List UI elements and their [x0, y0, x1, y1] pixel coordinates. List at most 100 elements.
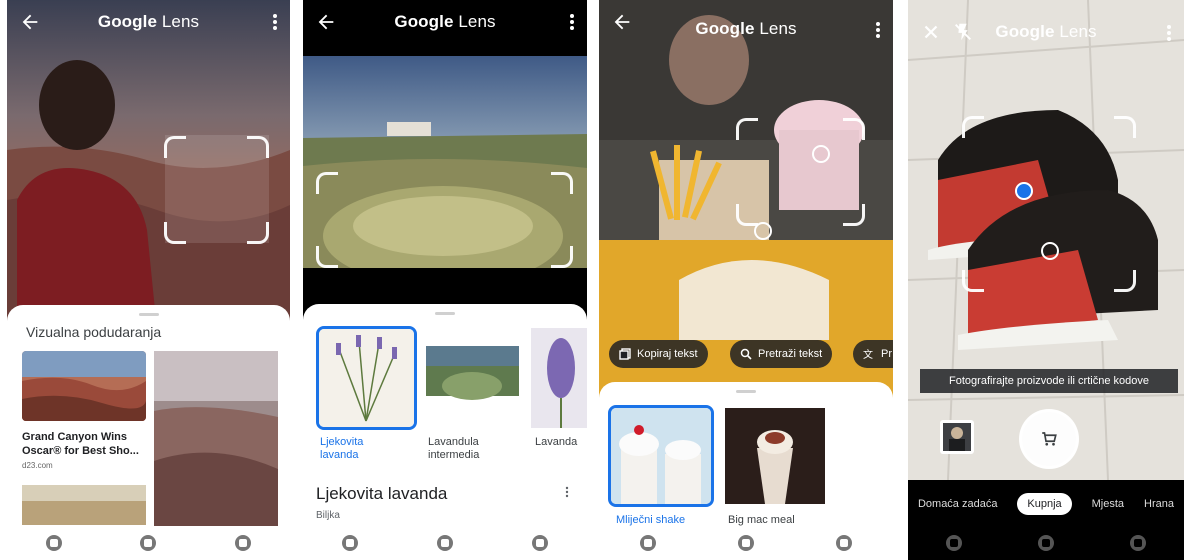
gallery-thumbnail[interactable] — [940, 420, 974, 454]
search-icon — [740, 348, 752, 360]
home-nav-icon[interactable] — [436, 535, 453, 551]
translate-chip[interactable]: 文 Pr — [853, 340, 893, 368]
sheet-handle[interactable] — [138, 313, 159, 316]
result-subtitle: Biljka — [316, 510, 340, 521]
selection-corner[interactable] — [1114, 270, 1136, 292]
object-dot[interactable] — [1041, 242, 1059, 260]
top-bar: Google Lens — [599, 0, 893, 44]
result-label-selected: Ljekovita lavanda — [320, 436, 364, 461]
result-source: d23.com — [22, 461, 53, 470]
translate-icon: 文 — [863, 348, 873, 360]
camera-photo-lavender-field — [303, 56, 587, 268]
chip-label: Pr — [881, 348, 892, 360]
selection-corner[interactable] — [962, 116, 984, 138]
selection-corner[interactable] — [551, 246, 573, 268]
hint-banner: Fotografirajte proizvode ili crtične kod… — [920, 369, 1178, 393]
phone-screen-lavender: Google Lens Ljekovita lavanda Lavandula … — [303, 0, 587, 560]
phone-screen-visual-matches: Google Lens Vizualna podudaranja Grand C… — [7, 0, 290, 560]
result-label: Big mac meal — [728, 514, 795, 526]
home-nav-icon[interactable] — [738, 535, 754, 551]
selection-corner[interactable] — [1114, 116, 1136, 138]
selection-corner[interactable] — [247, 136, 269, 158]
selection-corner[interactable] — [551, 172, 573, 194]
object-dot-selected[interactable] — [1015, 182, 1033, 200]
system-nav-bar — [7, 526, 290, 560]
svg-text:文: 文 — [863, 348, 873, 360]
sheet-handle[interactable] — [435, 312, 455, 315]
home-nav-icon[interactable] — [140, 535, 157, 551]
selection-corner[interactable] — [736, 118, 758, 140]
recents-nav-icon[interactable] — [640, 535, 656, 551]
results-sheet: Vizualna podudaranja Grand Canyon Wins O… — [7, 305, 290, 560]
selection-corner[interactable] — [316, 172, 338, 194]
result-image-large[interactable] — [154, 351, 278, 527]
result-item[interactable] — [531, 328, 587, 428]
tab-homework[interactable]: Domaća zadaća — [918, 498, 998, 510]
copy-icon — [619, 348, 631, 360]
sheet-handle[interactable] — [736, 390, 756, 393]
back-arrow-icon[interactable] — [19, 11, 41, 33]
app-title: Google Lens — [394, 12, 496, 31]
result-label-selected: Mliječni shake — [616, 514, 686, 526]
phone-screen-food: Google Lens Kopiraj tekst Pretraži tekst… — [599, 0, 893, 560]
flash-off-icon[interactable] — [952, 21, 974, 43]
more-vertical-icon[interactable] — [565, 486, 569, 498]
result-card[interactable]: Grand Canyon Wins Oscar® for Best Sho...… — [22, 351, 146, 470]
result-thumbnail — [426, 328, 519, 412]
result-item[interactable] — [426, 328, 519, 412]
result-thumbnail — [319, 329, 414, 427]
selection-corner[interactable] — [316, 246, 338, 268]
selection-corner[interactable] — [164, 136, 186, 158]
shopping-cart-icon — [1042, 432, 1057, 446]
close-icon[interactable] — [920, 21, 942, 43]
selection-corner[interactable] — [247, 222, 269, 244]
back-arrow-icon[interactable] — [315, 11, 337, 33]
chip-label: Pretraži tekst — [758, 348, 823, 360]
result-label: Lavanda — [535, 436, 578, 448]
section-title: Vizualna podudaranja — [26, 324, 162, 340]
top-bar: Google Lens — [908, 0, 1184, 44]
tab-shopping[interactable]: Kupnja — [1017, 493, 1072, 515]
copy-text-chip[interactable]: Kopiraj tekst — [609, 340, 708, 368]
chip-label: Kopiraj tekst — [637, 348, 698, 360]
recents-nav-icon[interactable] — [342, 535, 359, 551]
camera-photo-sneakers — [908, 0, 1184, 480]
selection-corner[interactable] — [843, 118, 865, 140]
results-sheet: Ljekovita lavanda Lavandula intermedia L… — [303, 304, 587, 560]
back-nav-icon[interactable] — [836, 535, 852, 551]
result-thumbnail — [611, 408, 711, 504]
object-dot[interactable] — [754, 222, 772, 240]
selection-corner[interactable] — [736, 204, 758, 226]
selection-corner[interactable] — [962, 270, 984, 292]
selection-corner[interactable] — [843, 204, 865, 226]
home-nav-icon[interactable] — [1038, 535, 1054, 551]
result-label: Lavandula intermedia — [428, 436, 480, 461]
more-vertical-icon[interactable] — [873, 19, 883, 41]
system-nav-bar — [303, 526, 587, 560]
result-image-partial[interactable] — [22, 485, 146, 525]
shutter-button[interactable] — [1019, 409, 1079, 469]
result-thumbnail — [725, 408, 825, 504]
tab-places[interactable]: Mjesta — [1092, 498, 1124, 510]
result-thumbnail — [531, 328, 587, 428]
more-vertical-icon[interactable] — [270, 11, 280, 33]
recents-nav-icon[interactable] — [946, 535, 962, 551]
back-nav-icon[interactable] — [1130, 535, 1146, 551]
recents-nav-icon[interactable] — [46, 535, 63, 551]
tab-food[interactable]: Hrana — [1144, 498, 1174, 510]
search-text-chip[interactable]: Pretraži tekst — [730, 340, 833, 368]
more-vertical-icon[interactable] — [567, 11, 577, 33]
back-nav-icon[interactable] — [531, 535, 548, 551]
result-item[interactable] — [725, 408, 825, 504]
top-bar: Google Lens — [7, 0, 290, 44]
object-dot[interactable] — [812, 145, 830, 163]
selection-corner[interactable] — [164, 222, 186, 244]
back-nav-icon[interactable] — [234, 535, 251, 551]
result-label: Grand Canyon Wins Oscar® for Best Sho... — [22, 431, 139, 457]
app-title: Google Lens — [97, 12, 200, 31]
result-title: Ljekovita lavanda — [316, 484, 448, 503]
back-arrow-icon[interactable] — [611, 11, 633, 33]
result-item-selected[interactable] — [608, 405, 714, 507]
result-item-selected[interactable] — [316, 326, 417, 430]
more-vertical-icon[interactable] — [1164, 22, 1174, 44]
